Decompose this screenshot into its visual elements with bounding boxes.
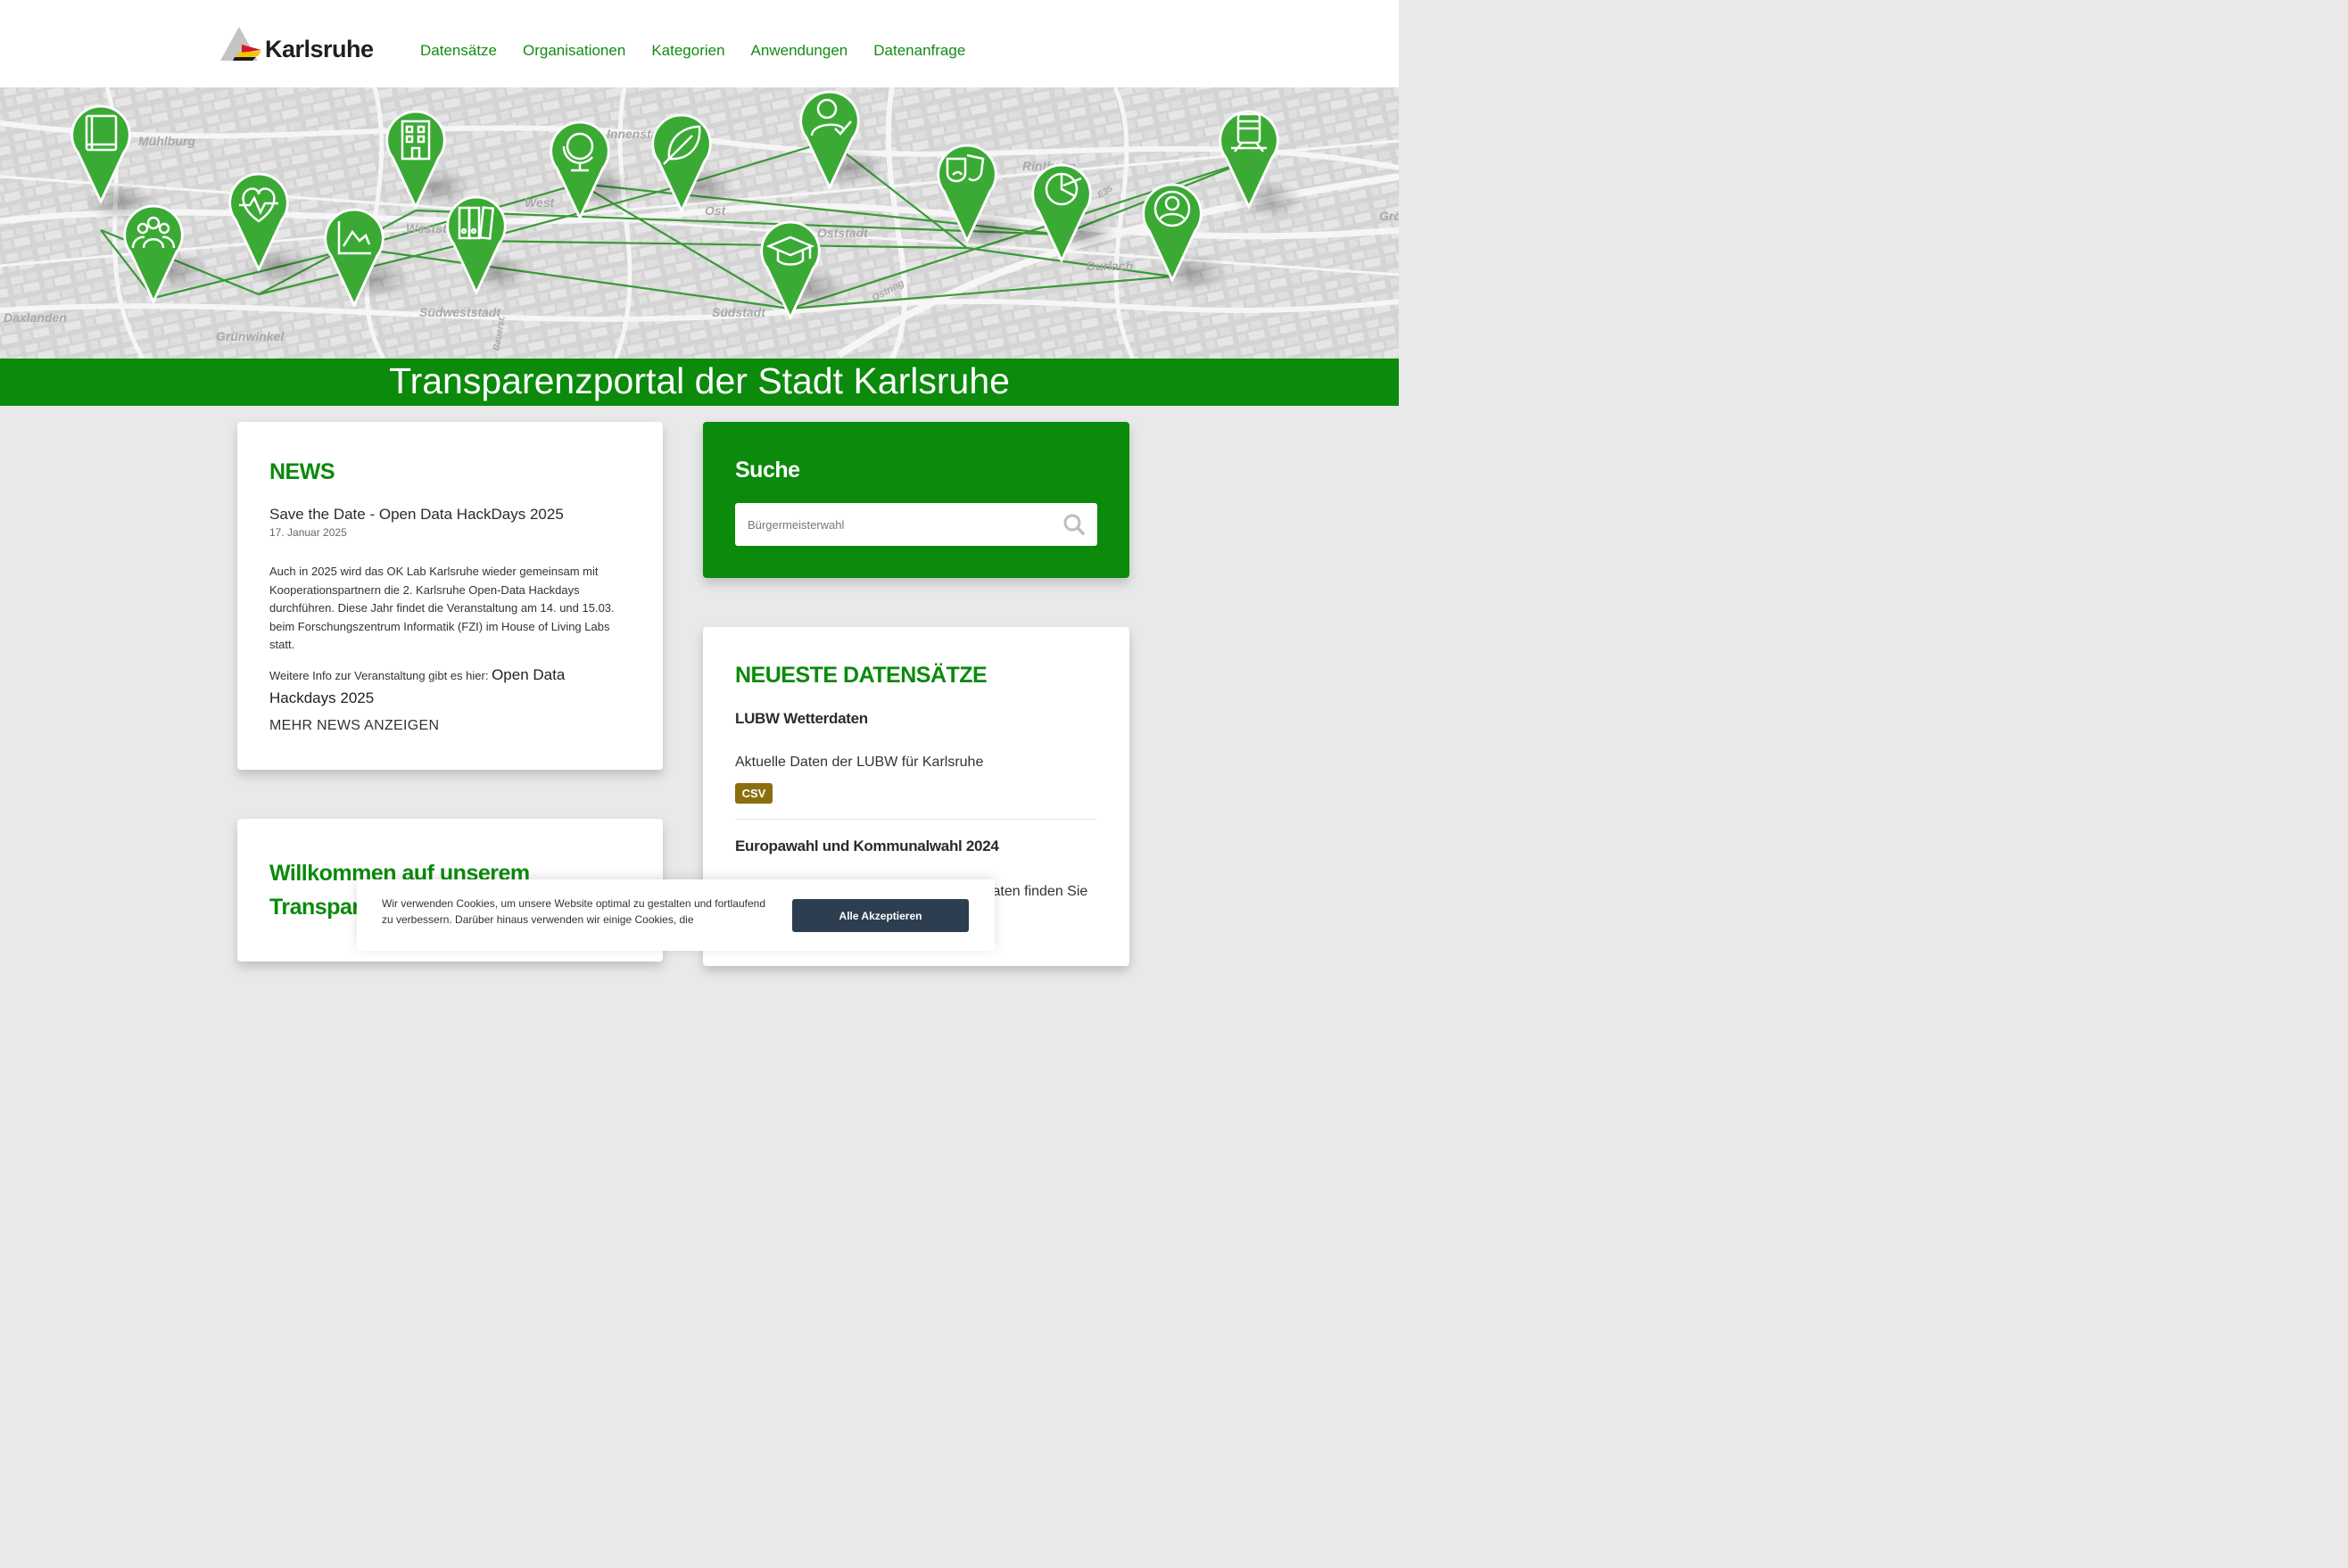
more-news-link[interactable]: MEHR NEWS ANZEIGEN: [269, 718, 439, 734]
search-card: Suche: [703, 422, 1129, 578]
pin-user-circle-icon[interactable]: [1142, 183, 1228, 293]
search-icon[interactable]: [1063, 514, 1085, 535]
top-header: Karlsruhe Datensätze Organisationen Kate…: [0, 0, 1399, 87]
pin-building-icon[interactable]: [385, 110, 471, 209]
search-input[interactable]: [735, 503, 1060, 546]
pin-theater-masks-icon[interactable]: [937, 144, 1022, 250]
pin-graduation-cap-icon[interactable]: [760, 220, 846, 319]
news-more-prefix: Weitere Info zur Veranstaltung gibt es h…: [269, 669, 492, 682]
karlsruhe-logo-mark-icon: [220, 27, 261, 61]
pin-heart-pulse-icon[interactable]: [228, 172, 314, 285]
category-pins: [70, 90, 1304, 319]
hero-map-banner: Mühlburg Daxlanden Grünwinkel Weststadt …: [0, 87, 1399, 359]
search-heading: Suche: [735, 458, 800, 483]
news-item-date: 17. Januar 2025: [269, 526, 347, 539]
logo-wordmark: Karlsruhe: [265, 36, 374, 62]
pin-leaf-icon[interactable]: [651, 113, 737, 212]
news-more-info: Weitere Info zur Veranstaltung gibt es h…: [269, 664, 635, 710]
accept-all-cookies-button[interactable]: Alle Akzeptieren: [792, 899, 969, 932]
main-navigation: Datensätze Organisationen Kategorien Anw…: [420, 42, 965, 60]
pin-train-icon[interactable]: [1219, 110, 1304, 219]
cookie-banner: Wir verwenden Cookies, um unsere Website…: [357, 879, 995, 951]
news-item-title[interactable]: Save the Date - Open Data HackDays 2025: [269, 506, 564, 524]
search-box: [735, 503, 1097, 546]
nav-link-datensaetze[interactable]: Datensätze: [420, 42, 497, 60]
pin-book-icon[interactable]: [70, 104, 156, 221]
nav-link-anwendungen[interactable]: Anwendungen: [751, 42, 848, 60]
news-heading: NEWS: [269, 459, 335, 484]
news-card: NEWS Save the Date - Open Data HackDays …: [237, 422, 663, 770]
nav-link-kategorien[interactable]: Kategorien: [651, 42, 724, 60]
portal-title-bar: Transparenzportal der Stadt Karlsruhe: [0, 359, 1399, 406]
pin-line-chart-icon[interactable]: [324, 208, 410, 307]
pin-globe-icon[interactable]: [550, 120, 635, 219]
nav-link-organisationen[interactable]: Organisationen: [523, 42, 625, 60]
newest-datasets-heading: NEUESTE DATENSÄTZE: [735, 663, 988, 688]
dataset-description: Aktuelle Daten der LUBW für Karlsruhe: [735, 755, 984, 770]
page-title: Transparenzportal der Stadt Karlsruhe: [389, 360, 1010, 401]
pin-pie-chart-icon[interactable]: [1031, 163, 1117, 262]
pin-archive-icon[interactable]: [446, 195, 532, 294]
nav-link-datenanfrage[interactable]: Datenanfrage: [873, 42, 965, 60]
dataset-title[interactable]: LUBW Wetterdaten: [735, 710, 868, 728]
cookie-text: Wir verwenden Cookies, um unsere Website…: [382, 897, 766, 926]
pin-people-icon[interactable]: [123, 204, 210, 303]
pin-user-check-icon[interactable]: [799, 90, 885, 189]
news-item-body: Auch in 2025 wird das OK Lab Karlsruhe w…: [269, 565, 615, 651]
dataset-divider: [735, 819, 1097, 820]
dataset-title[interactable]: Europawahl und Kommunalwahl 2024: [735, 838, 999, 855]
format-badge-csv[interactable]: CSV: [735, 783, 773, 804]
